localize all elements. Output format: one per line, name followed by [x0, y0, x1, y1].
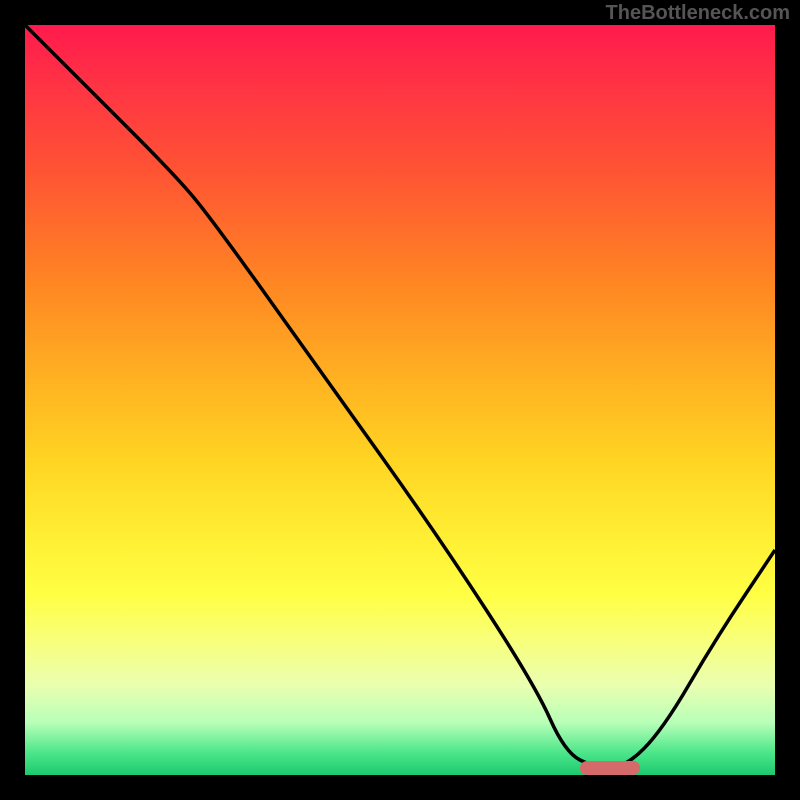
watermark-text: TheBottleneck.com [606, 2, 790, 25]
bottleneck-curve [25, 25, 775, 768]
plot-area [25, 25, 775, 775]
optimal-marker [580, 761, 640, 775]
chart-svg [25, 25, 775, 775]
